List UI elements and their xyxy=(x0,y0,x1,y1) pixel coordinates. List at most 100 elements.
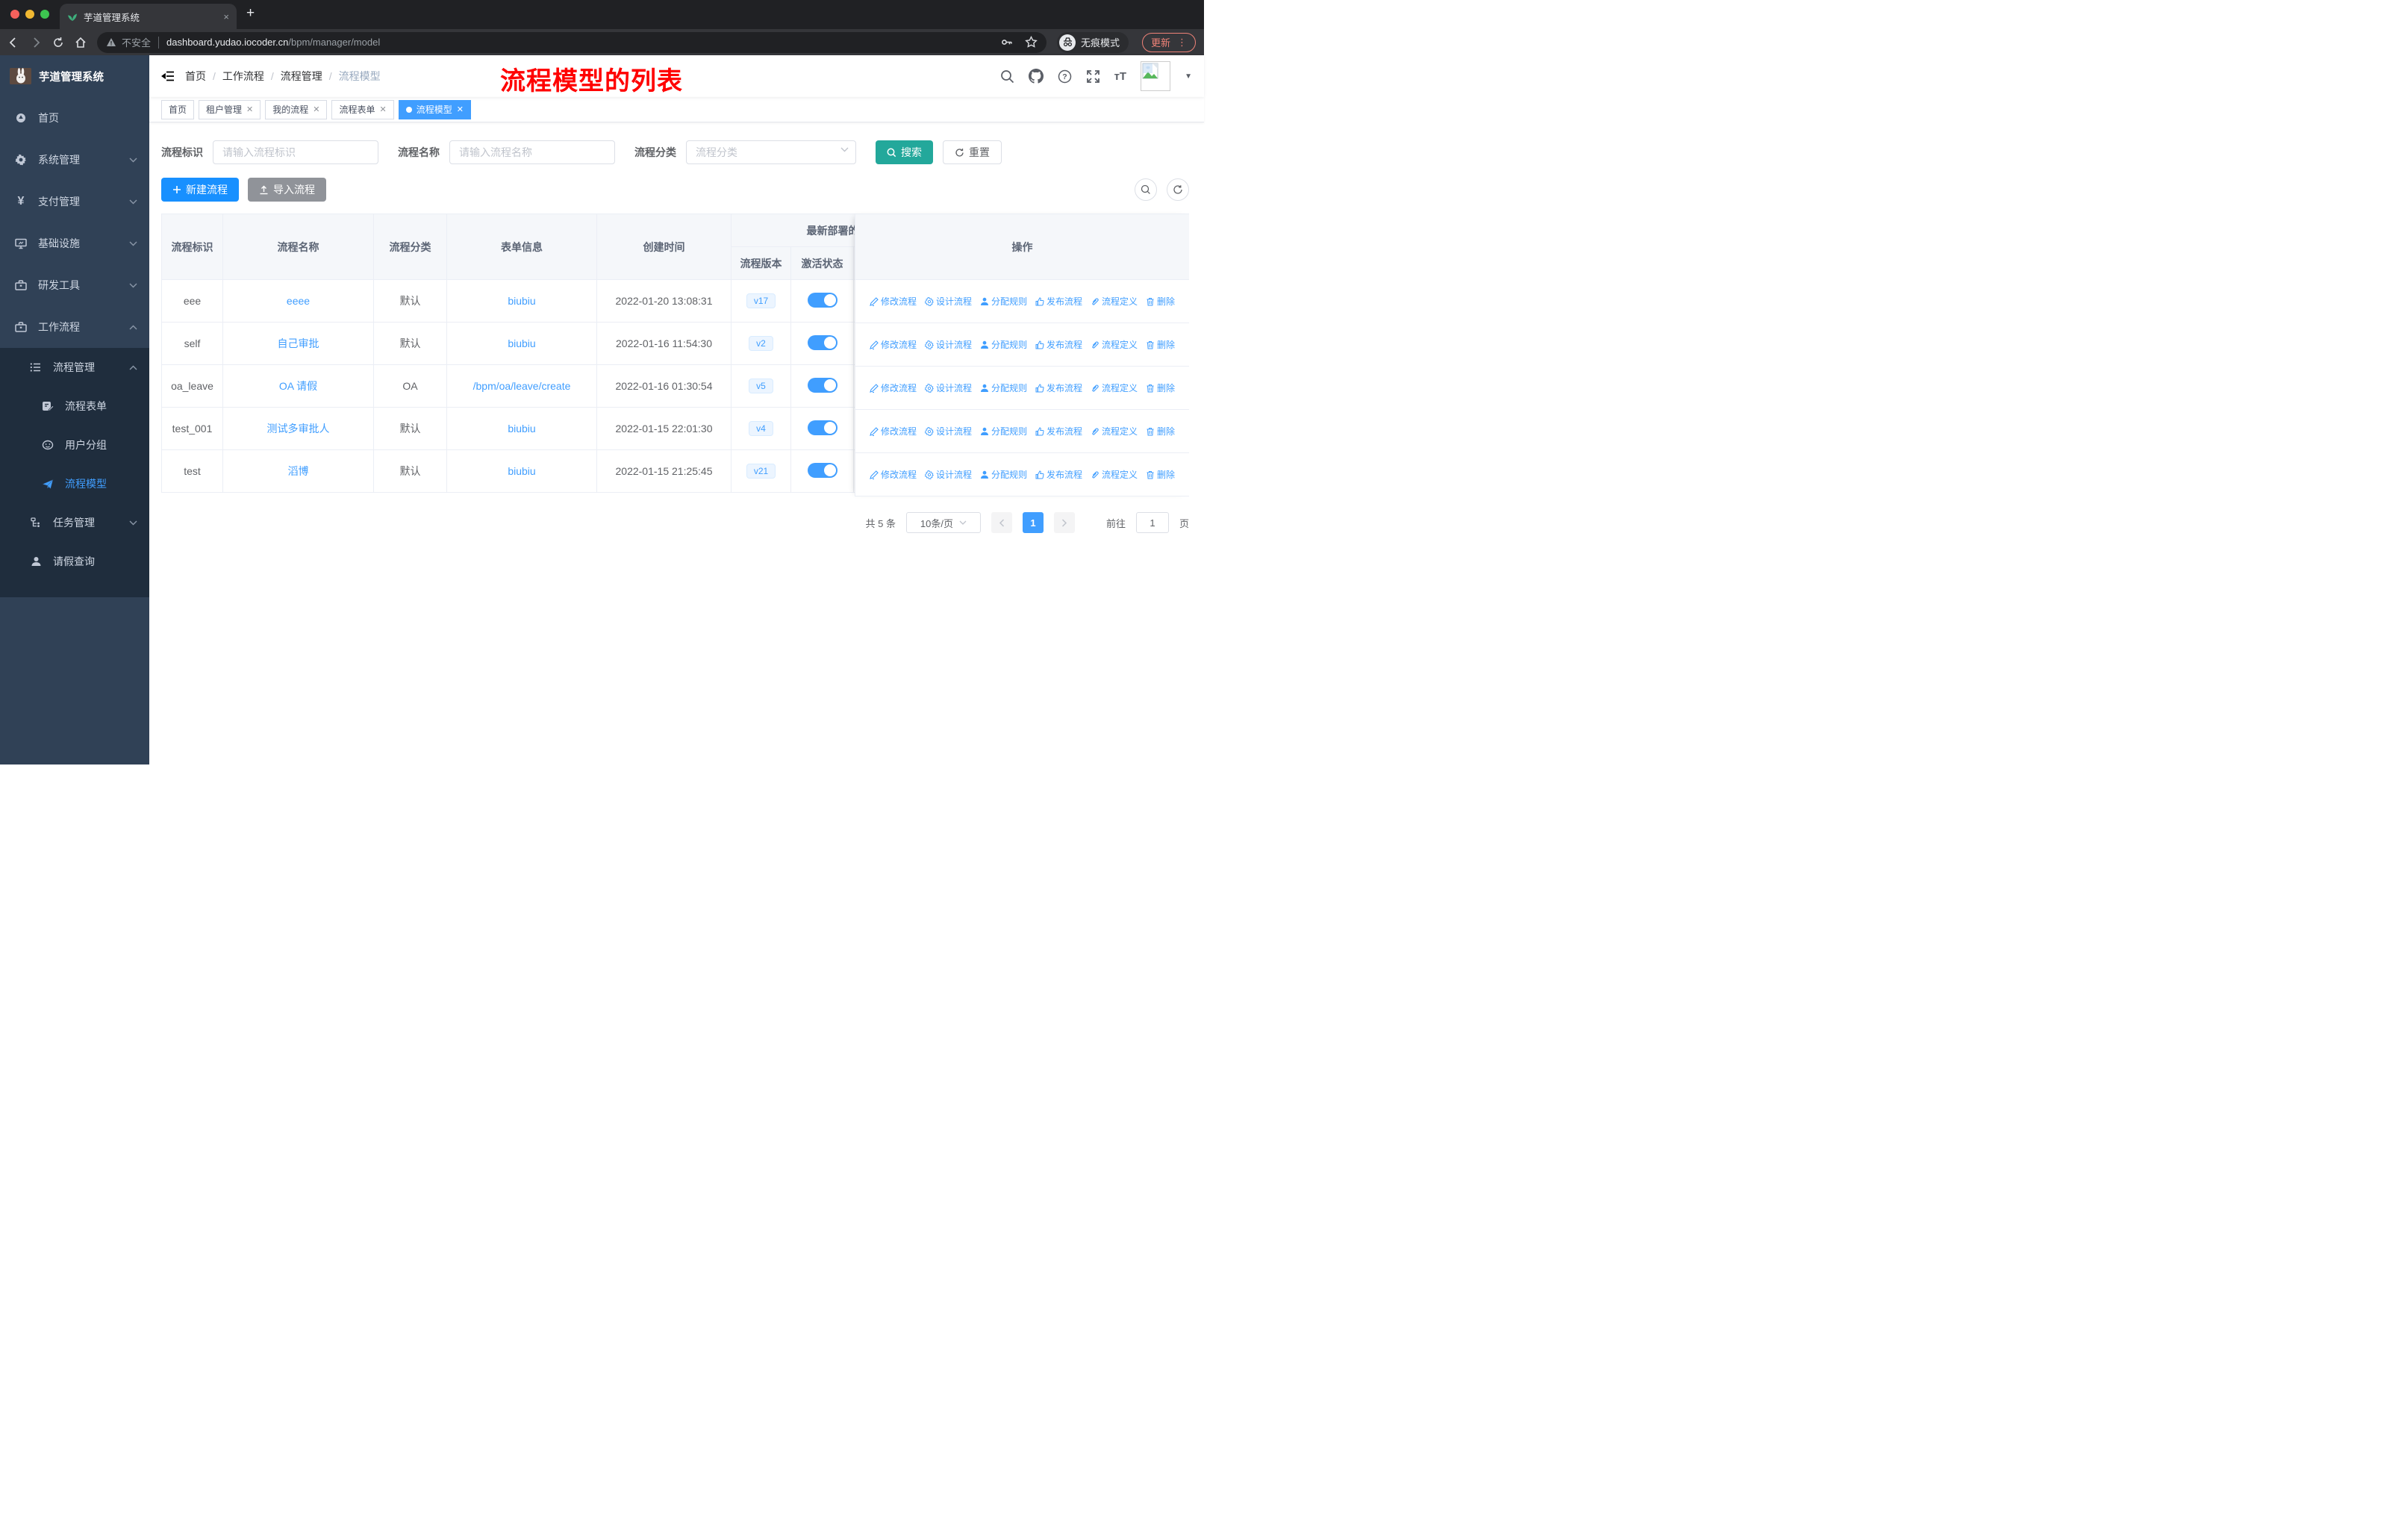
close-icon[interactable]: ✕ xyxy=(380,105,387,114)
caret-down-icon[interactable]: ▼ xyxy=(1185,72,1192,81)
bookmark-star-icon[interactable] xyxy=(1025,36,1038,49)
form-info-link[interactable]: biubiu xyxy=(508,465,535,477)
reset-button[interactable]: 重置 xyxy=(943,140,1002,164)
user-avatar[interactable] xyxy=(1141,61,1171,91)
form-info-link[interactable]: /bpm/oa/leave/create xyxy=(473,380,571,392)
sidebar-item-process-mgmt[interactable]: 流程管理 xyxy=(0,348,149,387)
browser-update-button[interactable]: 更新 ⋮ xyxy=(1142,32,1197,52)
publish-process-link[interactable]: 发布流程 xyxy=(1035,295,1082,308)
assign-rule-link[interactable]: 分配规则 xyxy=(980,338,1027,351)
browser-tab[interactable]: 芋道管理系统 × xyxy=(60,4,237,29)
sidebar-item-process-model[interactable]: 流程模型 xyxy=(0,464,149,503)
tab-close-icon[interactable]: × xyxy=(223,11,229,22)
publish-process-link[interactable]: 发布流程 xyxy=(1035,468,1082,481)
forward-icon[interactable] xyxy=(30,37,45,49)
form-info-link[interactable]: biubiu xyxy=(508,337,535,349)
form-info-link[interactable]: biubiu xyxy=(508,295,535,307)
url-path[interactable]: /bpm/manager/model xyxy=(288,37,380,48)
form-info-link[interactable]: biubiu xyxy=(508,423,535,435)
close-window-button[interactable] xyxy=(10,10,19,19)
security-warning-icon[interactable] xyxy=(106,37,116,47)
delete-link[interactable]: 删除 xyxy=(1146,338,1175,351)
delete-link[interactable]: 删除 xyxy=(1146,295,1175,308)
design-process-link[interactable]: 设计流程 xyxy=(924,425,972,437)
process-definition-link[interactable]: 流程定义 xyxy=(1091,338,1138,351)
create-process-button[interactable]: 新建流程 xyxy=(161,178,239,202)
close-icon[interactable]: ✕ xyxy=(313,105,319,114)
active-toggle[interactable] xyxy=(807,462,838,478)
process-name-link[interactable]: 滔博 xyxy=(288,465,309,477)
edit-process-link[interactable]: 修改流程 xyxy=(870,338,917,351)
process-name-link[interactable]: 测试多审批人 xyxy=(267,423,330,435)
version-badge[interactable]: v4 xyxy=(749,421,773,436)
publish-process-link[interactable]: 发布流程 xyxy=(1035,338,1082,351)
version-badge[interactable]: v21 xyxy=(746,464,776,479)
sidebar-item-workflow[interactable]: 工作流程 xyxy=(0,306,149,348)
process-name-link[interactable]: 自己审批 xyxy=(278,337,319,349)
active-toggle[interactable] xyxy=(807,292,838,308)
sidebar-item-leave-query[interactable]: 请假查询 xyxy=(0,542,149,581)
search-button[interactable]: 搜索 xyxy=(876,140,933,164)
sidebar-item-user-group[interactable]: 用户分组 xyxy=(0,426,149,464)
sidebar-item-process-form[interactable]: 流程表单 xyxy=(0,387,149,426)
font-size-icon[interactable]: ᴛT xyxy=(1114,70,1127,83)
delete-link[interactable]: 删除 xyxy=(1146,468,1175,481)
process-name-link[interactable]: OA 请假 xyxy=(279,380,317,392)
process-definition-link[interactable]: 流程定义 xyxy=(1091,382,1138,394)
address-bar[interactable]: 不安全 dashboard.yudao.iocoder.cn/bpm/manag… xyxy=(97,31,1047,53)
publish-process-link[interactable]: 发布流程 xyxy=(1035,382,1082,394)
security-label[interactable]: 不安全 xyxy=(122,35,151,49)
browser-menu-icon[interactable]: ⋮ xyxy=(1177,37,1187,49)
sidebar-item-payment[interactable]: ¥ 支付管理 xyxy=(0,181,149,222)
github-icon[interactable] xyxy=(1028,69,1044,84)
process-name-input[interactable] xyxy=(449,140,615,164)
version-badge[interactable]: v5 xyxy=(749,379,773,393)
url-host[interactable]: dashboard.yudao.iocoder.cn xyxy=(166,37,288,48)
edit-process-link[interactable]: 修改流程 xyxy=(870,382,917,394)
design-process-link[interactable]: 设计流程 xyxy=(924,382,972,394)
tag-home[interactable]: 首页 xyxy=(161,99,195,119)
sidebar-item-system[interactable]: 系统管理 xyxy=(0,139,149,181)
next-page-button[interactable] xyxy=(1053,512,1075,533)
sidebar-logo[interactable]: 芋道管理系统 xyxy=(0,55,149,97)
sidebar-item-task-mgmt[interactable]: 任务管理 xyxy=(0,503,149,542)
page-size-select[interactable]: 10条/页 xyxy=(905,512,981,533)
window-controls[interactable] xyxy=(10,10,49,19)
import-process-button[interactable]: 导入流程 xyxy=(248,178,326,202)
assign-rule-link[interactable]: 分配规则 xyxy=(980,295,1027,308)
prev-page-button[interactable] xyxy=(991,512,1012,533)
tag-process-model[interactable]: 流程模型 ✕ xyxy=(398,99,471,119)
update-label[interactable]: 更新 xyxy=(1151,35,1170,49)
breadcrumb-process-mgmt[interactable]: 流程管理 xyxy=(281,69,322,84)
version-badge[interactable]: v2 xyxy=(749,336,773,351)
active-toggle[interactable] xyxy=(807,334,838,350)
tag-process-form[interactable]: 流程表单 ✕ xyxy=(331,99,394,119)
search-icon[interactable] xyxy=(1000,69,1014,84)
zoom-window-button[interactable] xyxy=(40,10,49,19)
version-badge[interactable]: v17 xyxy=(746,293,776,308)
design-process-link[interactable]: 设计流程 xyxy=(924,295,972,308)
password-key-icon[interactable] xyxy=(1000,36,1013,49)
process-definition-link[interactable]: 流程定义 xyxy=(1091,468,1138,481)
publish-process-link[interactable]: 发布流程 xyxy=(1035,425,1082,437)
process-category-select[interactable] xyxy=(686,140,856,164)
tag-tenant[interactable]: 租户管理 ✕ xyxy=(199,99,261,119)
assign-rule-link[interactable]: 分配规则 xyxy=(980,425,1027,437)
delete-link[interactable]: 删除 xyxy=(1146,425,1175,437)
toggle-search-button[interactable] xyxy=(1135,178,1157,201)
design-process-link[interactable]: 设计流程 xyxy=(924,468,972,481)
design-process-link[interactable]: 设计流程 xyxy=(924,338,972,351)
close-icon[interactable]: ✕ xyxy=(457,105,464,114)
process-definition-link[interactable]: 流程定义 xyxy=(1091,295,1138,308)
sidebar-item-devtools[interactable]: 研发工具 xyxy=(0,264,149,306)
edit-process-link[interactable]: 修改流程 xyxy=(870,468,917,481)
reload-icon[interactable] xyxy=(52,37,67,49)
active-toggle[interactable] xyxy=(807,420,838,435)
breadcrumb-home[interactable]: 首页 xyxy=(185,69,206,84)
sidebar-item-infra[interactable]: 基础设施 xyxy=(0,222,149,264)
process-name-link[interactable]: eeee xyxy=(287,295,310,307)
active-toggle[interactable] xyxy=(807,377,838,393)
sidebar-item-home[interactable]: 首页 xyxy=(0,97,149,139)
refresh-button[interactable] xyxy=(1167,178,1189,201)
process-definition-link[interactable]: 流程定义 xyxy=(1091,425,1138,437)
